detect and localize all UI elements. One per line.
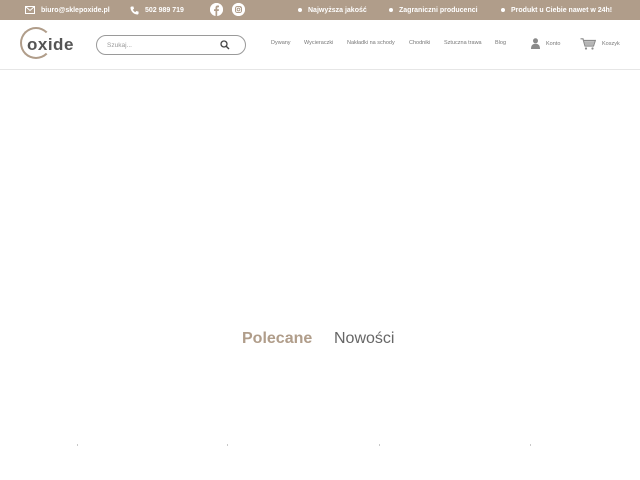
logo[interactable]: oxide bbox=[18, 27, 78, 63]
nav-item-wycieraczki[interactable]: Wycieraczki bbox=[304, 40, 333, 50]
nav-item-nakladki[interactable]: Nakładki na schody bbox=[347, 40, 395, 50]
logo-text: oxide bbox=[27, 35, 74, 54]
bullet-icon bbox=[501, 8, 505, 12]
product-tabs: Polecane Nowości bbox=[0, 330, 640, 354]
product-slot-marker bbox=[379, 444, 380, 446]
facebook-link[interactable] bbox=[210, 3, 223, 16]
main-header: oxide Dywany Wycieraczki Nakładki na sch… bbox=[0, 20, 640, 70]
email-link[interactable]: biuro@sklepoxide.pl bbox=[25, 0, 110, 20]
account-link[interactable]: Konto bbox=[531, 38, 560, 49]
search-icon[interactable] bbox=[220, 40, 230, 50]
user-icon bbox=[531, 38, 540, 49]
badge-quality: Najwyższa jakość bbox=[298, 0, 367, 20]
bullet-icon bbox=[389, 8, 393, 12]
instagram-icon bbox=[232, 3, 245, 16]
envelope-icon bbox=[25, 6, 35, 14]
cart-link[interactable]: Koszyk bbox=[580, 38, 620, 50]
badge-producers: Zagraniczni producenci bbox=[389, 0, 478, 20]
nav-item-sztuczna-trawa[interactable]: Sztuczna trawa bbox=[444, 40, 482, 50]
product-slot-marker bbox=[227, 444, 228, 446]
nav-item-dywany[interactable]: Dywany bbox=[271, 40, 291, 50]
product-slot-marker bbox=[530, 444, 531, 446]
instagram-link[interactable] bbox=[232, 3, 245, 16]
nav-item-blog[interactable]: Blog bbox=[495, 40, 506, 50]
phone-icon bbox=[130, 5, 139, 15]
badge-delivery: Produkt u Ciebie nawet w 24h! bbox=[501, 0, 612, 20]
cart-label: Koszyk bbox=[602, 41, 620, 47]
nav-item-chodniki[interactable]: Chodniki bbox=[409, 40, 430, 50]
product-slot-marker bbox=[77, 444, 78, 446]
phone-link[interactable]: 502 989 719 bbox=[130, 0, 184, 20]
badge-delivery-text: Produkt u Ciebie nawet w 24h! bbox=[511, 6, 613, 14]
tab-polecane[interactable]: Polecane bbox=[242, 330, 312, 348]
facebook-icon bbox=[210, 3, 223, 16]
phone-text: 502 989 719 bbox=[145, 6, 184, 14]
top-bar: biuro@sklepoxide.pl 502 989 719 Najwyższ… bbox=[0, 0, 640, 20]
badge-producers-text: Zagraniczni producenci bbox=[399, 6, 478, 14]
cart-icon bbox=[580, 38, 596, 50]
badge-quality-text: Najwyższa jakość bbox=[308, 6, 367, 14]
email-text: biuro@sklepoxide.pl bbox=[41, 6, 110, 14]
bullet-icon bbox=[298, 8, 302, 12]
tab-nowosci[interactable]: Nowości bbox=[334, 330, 394, 348]
search-input[interactable] bbox=[107, 39, 217, 52]
search-box bbox=[96, 35, 246, 55]
account-label: Konto bbox=[546, 40, 561, 47]
